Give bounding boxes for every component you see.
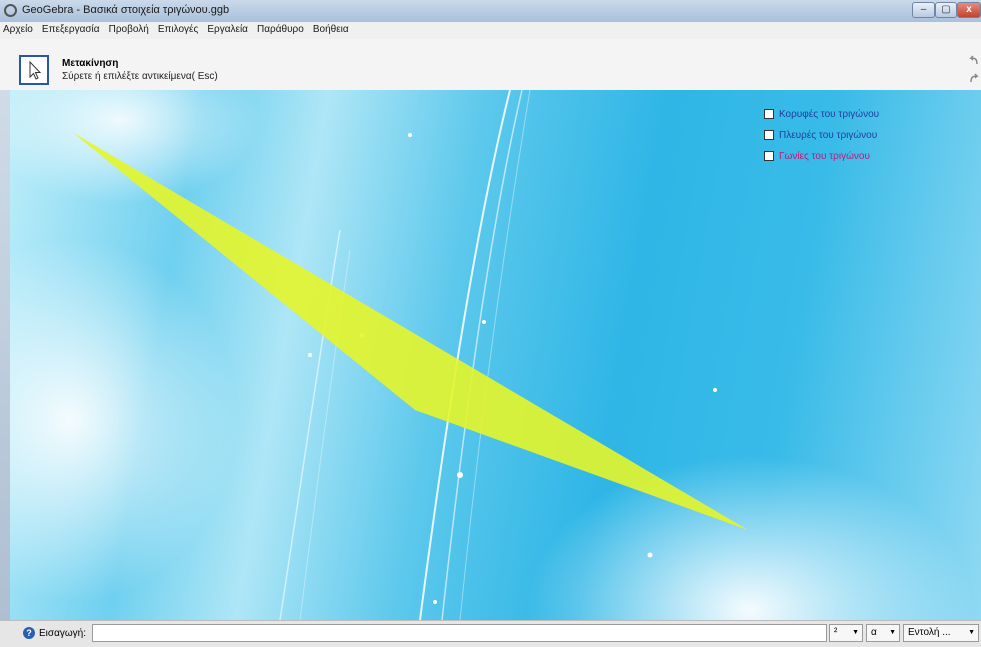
sparkle [713,388,717,392]
sparkle [482,320,486,324]
symbol-dropdown-value: ² [834,627,838,638]
input-label: Εισαγωγή: [39,628,86,639]
sparkle [308,353,312,357]
menu-view[interactable]: Προβολή [106,22,152,35]
sparkle [457,472,463,478]
menu-tools[interactable]: Εργαλεία [204,22,251,35]
triangle-polygon[interactable] [72,132,748,530]
graphics-view[interactable]: Κορυφές του τριγώνου Πλευρές του τριγώνο… [10,90,981,620]
toolbar: Μετακίνηση Σύρετε ή επιλέξτε αντικείμενα… [0,39,981,91]
command-input[interactable] [92,624,827,642]
menu-file[interactable]: Αρχείο [0,22,36,35]
checkbox-box[interactable] [764,130,774,141]
menu-window[interactable]: Παράθυρο [254,22,307,35]
move-tool-button[interactable] [19,55,49,85]
chevron-down-icon: ▼ [889,629,896,636]
greek-dropdown[interactable]: α ▼ [866,624,900,642]
checkbox-label: Πλευρές του τριγώνου [779,130,878,141]
sparkle [433,600,437,604]
minimize-button[interactable]: – [912,2,935,18]
maximize-button[interactable]: ▢ [935,2,957,18]
greek-dropdown-value: α [871,627,877,638]
checkbox-angles[interactable]: Γωνίες του τριγώνου [764,151,870,162]
light-streak [459,90,531,620]
menu-help[interactable]: Βοήθεια [310,22,352,35]
checkbox-label: Κορυφές του τριγώνου [779,109,880,120]
menu-options[interactable]: Επιλογές [155,22,201,35]
checkbox-box[interactable] [764,151,774,162]
chevron-down-icon: ▼ [852,629,859,636]
redo-icon[interactable] [969,72,979,84]
checkbox-sides[interactable]: Πλευρές του τριγώνου [764,130,877,141]
menu-bar: Αρχείο Επεξεργασία Προβολή Επιλογές Εργα… [0,22,981,40]
tool-help-text: Σύρετε ή επιλέξτε αντικείμενα( Esc) [62,71,218,82]
window-left-edge [0,90,10,620]
help-icon[interactable]: ? [23,627,35,639]
menu-edit[interactable]: Επεξεργασία [39,22,103,35]
graphics-svg [72,90,748,620]
title-bar: GeoGebra - Βασικά στοιχεία τριγώνου.ggb … [0,0,981,23]
light-streak [441,90,523,620]
cursor-arrow-icon [29,60,42,80]
input-bar: ? Εισαγωγή: ² ▼ α ▼ Εντολή ... ▼ [0,620,981,647]
checkbox-vertices[interactable]: Κορυφές του τριγώνου [764,109,879,120]
sparkle [647,552,653,558]
window-title: GeoGebra - Βασικά στοιχεία τριγώνου.ggb [22,4,230,16]
close-button[interactable]: x [957,2,981,18]
checkbox-box[interactable] [764,109,774,120]
chevron-down-icon: ▼ [968,629,975,636]
command-dropdown[interactable]: Εντολή ... ▼ [903,624,979,642]
symbol-dropdown[interactable]: ² ▼ [829,624,863,642]
tool-name: Μετακίνηση [62,58,119,69]
geogebra-icon [4,4,17,17]
command-dropdown-value: Εντολή ... [908,627,951,638]
checkbox-label: Γωνίες του τριγώνου [779,151,870,162]
sparkle [408,133,412,137]
undo-icon[interactable] [969,54,979,66]
